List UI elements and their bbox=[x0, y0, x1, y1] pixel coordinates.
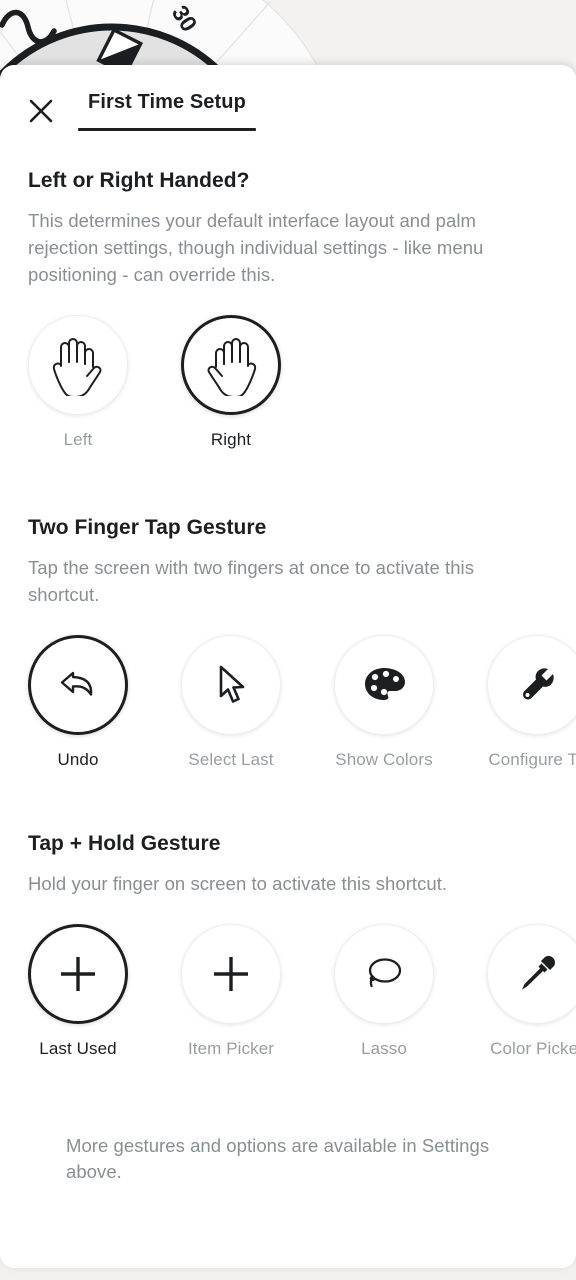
option-circle bbox=[334, 924, 434, 1024]
right-hand-icon bbox=[207, 338, 257, 396]
section-two-finger-tap: Two Finger Tap Gesture Tap the screen wi… bbox=[28, 450, 576, 770]
option-circle bbox=[28, 635, 128, 735]
handedness-options: Left Right bbox=[28, 315, 548, 450]
left-hand-icon bbox=[52, 338, 102, 396]
footer-note: More gestures and options are available … bbox=[66, 1135, 490, 1182]
option-left-handed[interactable]: Left bbox=[28, 315, 128, 450]
wrench-icon bbox=[523, 668, 554, 700]
option-circle bbox=[181, 635, 281, 735]
lasso-icon bbox=[368, 958, 402, 988]
option-label: Left bbox=[63, 430, 93, 449]
sheet-header: First Time Setup bbox=[0, 65, 576, 153]
tab-active-underline bbox=[78, 128, 256, 131]
option-circle bbox=[28, 924, 128, 1024]
option-label: Item Picker bbox=[187, 1039, 275, 1058]
palette-icon bbox=[365, 668, 405, 700]
option-circle bbox=[334, 635, 434, 735]
section-description: This determines your default interface l… bbox=[28, 210, 484, 285]
eyedropper-icon bbox=[522, 955, 556, 990]
two-finger-tap-options: Undo Select Last Show Colors Configure T… bbox=[28, 635, 576, 770]
option-label: Color Picker bbox=[490, 1039, 576, 1058]
section-title: Two Finger Tap Gesture bbox=[28, 516, 267, 539]
tab-first-time-setup[interactable]: First Time Setup bbox=[78, 91, 256, 131]
option-circle bbox=[487, 924, 576, 1024]
option-lasso[interactable]: Lasso bbox=[334, 924, 434, 1059]
plus-icon bbox=[214, 957, 248, 991]
option-label: Undo bbox=[57, 750, 99, 769]
option-configure-tool[interactable]: Configure To bbox=[487, 635, 576, 770]
option-undo[interactable]: Undo bbox=[28, 635, 128, 770]
option-circle bbox=[181, 924, 281, 1024]
sheet-content: Left or Right Handed? This determines yo… bbox=[0, 153, 576, 1185]
option-last-used[interactable]: Last Used bbox=[28, 924, 128, 1059]
close-button[interactable] bbox=[23, 93, 59, 129]
option-circle bbox=[181, 315, 281, 415]
option-label: Right bbox=[210, 430, 252, 449]
option-circle bbox=[28, 315, 128, 415]
cursor-arrow-icon bbox=[219, 665, 245, 703]
option-label: Configure To bbox=[488, 750, 576, 769]
section-title: Tap + Hold Gesture bbox=[28, 832, 221, 855]
option-show-colors[interactable]: Show Colors bbox=[334, 635, 434, 770]
section-description: Hold your finger on screen to activate t… bbox=[28, 873, 448, 894]
section-title: Left or Right Handed? bbox=[28, 169, 250, 192]
option-right-handed[interactable]: Right bbox=[181, 315, 281, 450]
option-circle bbox=[487, 635, 576, 735]
first-time-setup-sheet: First Time Setup Left or Right Handed? T… bbox=[0, 65, 576, 1268]
page-title: First Time Setup bbox=[88, 91, 246, 113]
undo-arrow-icon bbox=[60, 671, 93, 696]
option-color-picker[interactable]: Color Picker bbox=[487, 924, 576, 1059]
option-label: Select Last bbox=[188, 750, 274, 769]
close-icon bbox=[29, 99, 53, 123]
option-select-last[interactable]: Select Last bbox=[181, 635, 281, 770]
option-item-picker[interactable]: Item Picker bbox=[181, 924, 281, 1059]
section-handedness: Left or Right Handed? This determines yo… bbox=[28, 153, 548, 450]
section-description: Tap the screen with two fingers at once … bbox=[28, 557, 475, 605]
option-label: Last Used bbox=[39, 1039, 117, 1058]
plus-icon bbox=[61, 957, 95, 991]
option-label: Show Colors bbox=[335, 750, 433, 769]
tap-hold-options: Last Used Item Picker Lasso Color Picker bbox=[28, 924, 576, 1059]
option-label: Lasso bbox=[361, 1039, 407, 1058]
section-tap-hold: Tap + Hold Gesture Hold your finger on s… bbox=[28, 770, 576, 1059]
app-root: 30 First Time Setup Left or Right Handed… bbox=[0, 0, 576, 1280]
